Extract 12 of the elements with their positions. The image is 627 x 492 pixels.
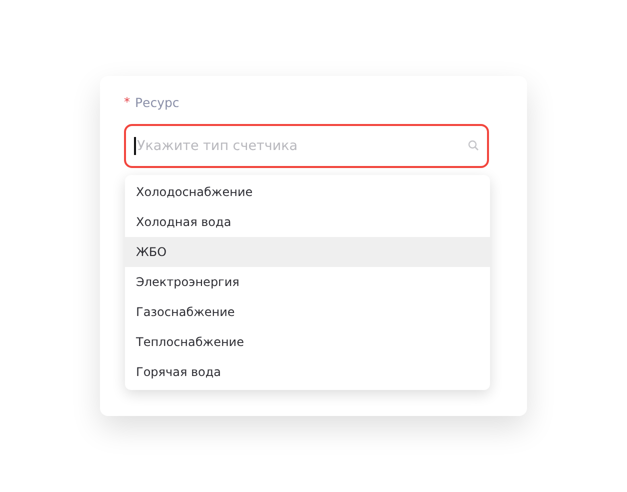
search-field[interactable]: Укажите тип счетчика (124, 124, 489, 168)
dropdown-option[interactable]: Холодоснабжение (125, 177, 490, 207)
dropdown-option[interactable]: Холодная вода (125, 207, 490, 237)
field-label: Ресурс (135, 94, 180, 110)
search-icon (468, 140, 479, 151)
dropdown-option[interactable]: Газоснабжение (125, 297, 490, 327)
dropdown-option[interactable]: Электроэнергия (125, 267, 490, 297)
dropdown-option[interactable]: Горячая вода (125, 357, 490, 387)
dropdown-option[interactable]: Теплоснабжение (125, 327, 490, 357)
text-cursor (134, 137, 136, 155)
required-mark: * (124, 95, 130, 109)
dropdown-option[interactable]: ЖБО (125, 237, 490, 267)
